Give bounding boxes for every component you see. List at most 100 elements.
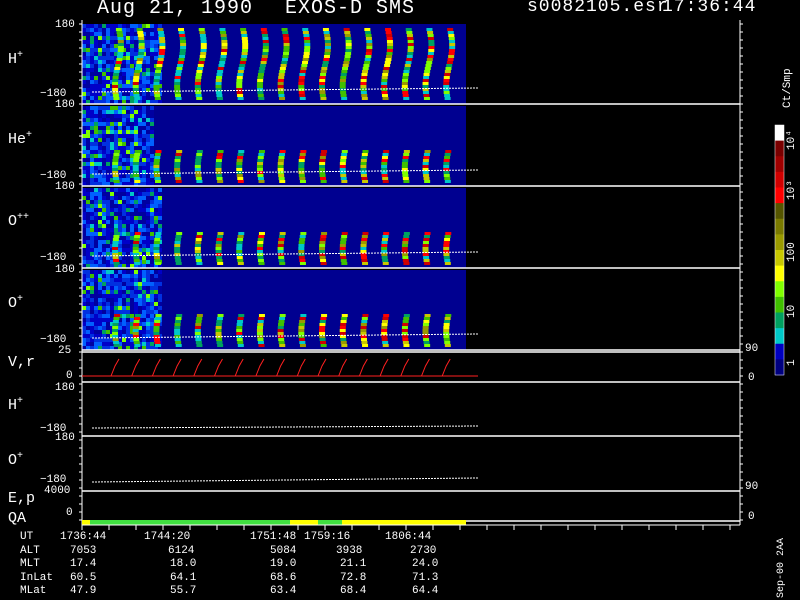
spectrogram-cell [86, 114, 90, 118]
spectrogram-cell [106, 228, 110, 232]
spin-stripe-cell [343, 28, 350, 31]
spectrogram-cell [82, 126, 86, 130]
spectrogram-cell [150, 68, 154, 72]
spin-stripe-cell [236, 168, 243, 171]
spin-stripe-cell [324, 49, 331, 52]
spin-stripe-cell [423, 156, 430, 159]
spectrogram-cell [122, 188, 126, 192]
spectrogram-cell [118, 310, 122, 314]
spectrogram-cell [126, 24, 130, 28]
spectrogram-cell [114, 302, 118, 306]
spectrogram-cell [142, 256, 146, 260]
spin-stripe-cell [405, 28, 412, 31]
spectrogram-cell [138, 286, 142, 290]
spin-stripe-cell [283, 46, 290, 49]
spin-stripe-cell [339, 250, 346, 253]
spin-stripe-cell [404, 64, 411, 67]
spectrogram-cell [110, 118, 114, 122]
spin-stripe-cell [365, 37, 372, 40]
spin-stripe-cell [132, 250, 139, 253]
spectrogram-cell [118, 204, 122, 208]
spin-stripe-cell [117, 37, 124, 40]
spectrogram-cell [90, 138, 94, 142]
spectrogram-cell [126, 220, 130, 224]
footer-row-mlt: MLT 17.4 18.0 19.0 21.1 24.0 [0, 558, 520, 572]
spin-stripe-cell [278, 256, 285, 259]
spectrogram-cell [150, 236, 154, 240]
spectrogram-cell [130, 318, 134, 322]
spectrogram-cell [94, 270, 98, 274]
spectrogram-cell [94, 68, 98, 72]
spectrogram-cell [122, 130, 126, 134]
spectrogram-cell [146, 318, 150, 322]
spin-stripe-cell [112, 323, 119, 326]
spectrogram-cell [86, 330, 90, 334]
spin-stripe-cell [319, 159, 326, 162]
spin-stripe-cell [175, 73, 182, 76]
footer-cell: 47.9 [70, 585, 97, 597]
spin-stripe-cell [154, 177, 161, 180]
spectrogram-cell [102, 204, 106, 208]
spectrogram-cell [150, 40, 154, 44]
spectrogram-cell [118, 278, 122, 282]
spectrogram-cell [130, 342, 134, 346]
spin-stripe-cell [299, 156, 306, 159]
spin-stripe-cell [117, 52, 124, 55]
spectrogram-cell [122, 200, 126, 204]
spin-stripe-cell [382, 153, 389, 156]
spin-stripe-cell [138, 49, 145, 52]
spectrogram-cell [110, 146, 114, 150]
spectrogram-cell [106, 342, 110, 346]
spectrogram-cell [118, 208, 122, 212]
spectrogram-cell [126, 228, 130, 232]
spin-stripe-cell [322, 28, 329, 31]
spectrogram-cell [122, 138, 126, 142]
spectrogram-cell [130, 126, 134, 130]
spin-stripe-cell [196, 97, 203, 100]
spin-stripe-cell [362, 232, 369, 235]
spectrogram-cell [130, 60, 134, 64]
spectrogram-cell [90, 36, 94, 40]
spectrogram-cell [134, 290, 138, 294]
spin-stripe-cell [153, 88, 160, 91]
spin-stripe-cell [381, 238, 388, 241]
spin-stripe-cell [200, 37, 207, 40]
spin-stripe-cell [194, 162, 201, 165]
spin-stripe-cell [134, 97, 141, 100]
spin-stripe-cell [302, 28, 309, 31]
spin-stripe-cell [112, 329, 119, 332]
spin-stripe-cell [220, 52, 227, 55]
spin-stripe-cell [278, 94, 285, 97]
spin-stripe-cell [319, 91, 326, 94]
colorbar-label-10k: 10⁴ [786, 130, 798, 150]
spin-stripe-cell [241, 55, 248, 58]
spectrogram-cell [126, 274, 130, 278]
spectrogram-cell [106, 52, 110, 56]
spectrogram-cell [98, 286, 102, 290]
spin-stripe-cell [132, 168, 139, 171]
footer-cell: 71.3 [412, 571, 439, 584]
spectrogram-cell [102, 118, 106, 122]
spin-stripe-cell [153, 79, 160, 82]
spin-stripe-cell [423, 238, 430, 241]
spectrogram-cell [118, 84, 122, 88]
spin-stripe-cell [423, 341, 430, 344]
spin-stripe-cell [112, 241, 119, 244]
spectrogram-cell [86, 28, 90, 32]
spectrogram-cell [102, 248, 106, 252]
spin-stripe-cell [283, 37, 290, 40]
spectrogram-cell [98, 196, 102, 200]
spin-stripe-cell [361, 235, 368, 238]
spectrogram-cell [130, 282, 134, 286]
spin-stripe-cell [278, 323, 285, 326]
spin-stripe-cell [174, 79, 181, 82]
spin-stripe-cell [154, 341, 161, 344]
spin-stripe-cell [112, 94, 119, 97]
spectrogram-cell [114, 278, 118, 282]
spectrogram-cell [142, 244, 146, 248]
spin-stripe-cell [344, 58, 351, 61]
spectrogram-cell [142, 326, 146, 330]
spectrogram-cell [150, 106, 154, 110]
spin-stripe-cell [278, 156, 285, 159]
spin-stripe-cell [278, 320, 285, 323]
